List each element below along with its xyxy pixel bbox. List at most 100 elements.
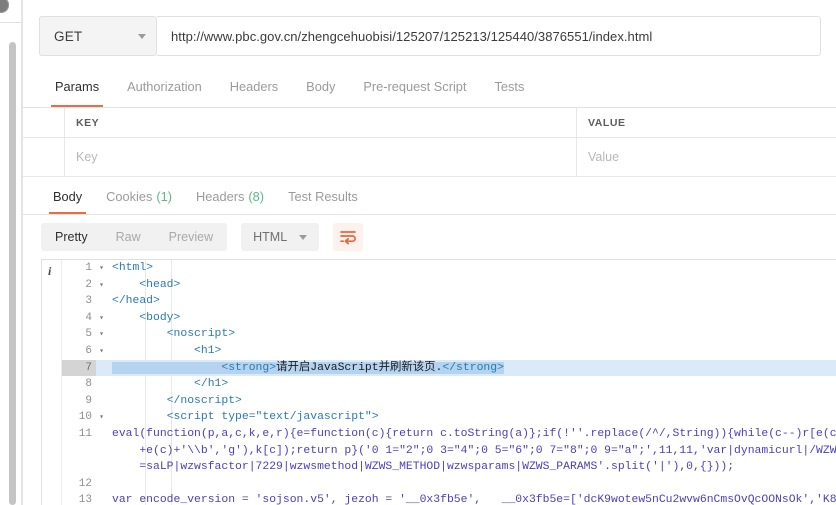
line-number: 6 [85, 344, 92, 357]
page-scrollbar[interactable] [9, 42, 16, 505]
response-tab-count: (8) [248, 189, 265, 204]
response-toolbar: Pretty Raw Preview HTML [23, 215, 836, 259]
code-text: var encode_version = 'sojson.v5', jezoh … [107, 492, 836, 505]
params-select-all-cell[interactable] [23, 108, 65, 137]
tab-label: Authorization [127, 79, 202, 94]
fold-arrow-icon[interactable]: ▾ [96, 277, 107, 294]
line-number [62, 443, 96, 460]
view-mode-pretty[interactable]: Pretty [41, 223, 102, 251]
param-key-input[interactable]: Key [65, 138, 577, 176]
code-text: =saLP|wzwsfactor|7229|wzwsmethod|WZWS_ME… [107, 459, 734, 476]
code-token: <body> [139, 311, 181, 324]
line-number: 4 [85, 311, 92, 324]
line-number: 8 [85, 378, 92, 391]
response-body-viewer[interactable]: i 1 ▾ <html> 2 ▾ <head> 3 </head> 4 ▾ <body> 5 ▾ <… [41, 259, 836, 505]
code-line: 5 ▾ <noscript> [62, 326, 836, 343]
code-token: </strong> [442, 361, 504, 374]
fold-arrow-icon[interactable]: ▾ [96, 310, 107, 327]
strip-divider [0, 22, 22, 23]
word-wrap-icon[interactable] [333, 223, 364, 251]
line-number [62, 459, 96, 476]
http-method-select[interactable]: GET [39, 16, 157, 56]
code-line: 4 ▾ <body> [62, 310, 836, 327]
line-number: 12 [78, 477, 92, 490]
view-mode-raw[interactable]: Raw [102, 223, 155, 251]
code-line: 6 ▾ <h1> [62, 343, 836, 360]
params-key-header: KEY [65, 108, 577, 137]
response-tab-cookies[interactable]: Cookies (1) [94, 179, 184, 214]
response-tab-headers[interactable]: Headers (8) [184, 179, 276, 214]
request-url-text: http://www.pbc.gov.cn/zhengcehuobisi/125… [171, 28, 653, 44]
code-text: eval(function(p,a,c,k,e,r){e=function(c)… [107, 426, 836, 443]
code-text: </noscript> [107, 393, 242, 410]
code-token: <strong> [221, 361, 277, 374]
line-number: 11 [78, 427, 92, 440]
line-number: 1 [85, 262, 92, 274]
params-table-header-row: KEY VALUE [23, 108, 836, 138]
code-token: <head> [139, 278, 181, 291]
tab-label: Tests [494, 79, 525, 94]
response-tab-test-results[interactable]: Test Results [276, 179, 370, 214]
code-line: 12 [62, 476, 836, 493]
tab-label: Body [306, 79, 336, 94]
code-token: =saLP|wzwsfactor|7229|wzwsmethod|WZWS_ME… [112, 461, 735, 474]
code-token: var encode_version = 'sojson.v5', jezoh … [112, 494, 836, 505]
tab-pre-request-script[interactable]: Pre-request Script [349, 66, 480, 107]
code-line: 8 </h1> [62, 376, 836, 393]
code-info-gutter: i [42, 260, 62, 505]
browser-left-strip [0, 0, 22, 505]
params-value-header: VALUE [577, 108, 836, 137]
tab-headers[interactable]: Headers [216, 66, 292, 107]
code-line: 9 </noscript> [62, 393, 836, 410]
response-tab-body[interactable]: Body [41, 179, 94, 214]
response-format-select[interactable]: HTML [241, 223, 320, 251]
code-token: <noscript> [166, 328, 236, 341]
tab-label: Params [55, 79, 100, 94]
code-line: 2 ▾ <head> [62, 277, 836, 294]
param-value-input[interactable]: Value [577, 138, 836, 176]
request-url-input[interactable]: http://www.pbc.gov.cn/zhengcehuobisi/125… [157, 16, 821, 56]
code-token: 请开启JavaScript并刷新该页. [276, 361, 443, 374]
fold-arrow-icon[interactable]: ▾ [96, 409, 107, 426]
code-line: 10 ▾ <script type="text/javascript"> [62, 409, 836, 426]
line-number: 2 [85, 278, 92, 291]
code-text: <body> [107, 310, 180, 327]
line-number: 9 [85, 394, 92, 407]
code-line: +e(c)+'\\b','g'),k[c]);return p}('0 1="2… [62, 443, 836, 460]
params-value-header-label: VALUE [588, 116, 626, 129]
response-tab-count: (1) [156, 189, 173, 204]
code-token: <html> [112, 262, 154, 274]
code-token: </noscript> [166, 394, 242, 407]
code-token: <h1> [194, 344, 222, 357]
code-line: 7 <strong>请开启JavaScript并刷新该页.</strong> [62, 359, 836, 377]
line-number: 5 [85, 328, 92, 341]
view-mode-preview[interactable]: Preview [155, 223, 227, 251]
postman-panel: GET http://www.pbc.gov.cn/zhengcehuobisi… [22, 0, 836, 505]
tab-body[interactable]: Body [292, 66, 349, 107]
tab-authorization[interactable]: Authorization [113, 66, 216, 107]
param-row-checkbox-cell[interactable] [23, 138, 65, 176]
tab-label: Pre-request Script [363, 79, 467, 94]
fold-arrow-icon[interactable]: ▾ [96, 326, 107, 343]
word-wrap-glyph [339, 230, 356, 244]
code-text: <head> [107, 277, 180, 294]
fold-arrow-icon[interactable]: ▾ [96, 343, 107, 360]
response-tab-label: Test Results [288, 189, 358, 204]
line-number: 10 [78, 411, 92, 424]
tab-params[interactable]: Params [41, 66, 113, 107]
code-line: 3 </head> [62, 293, 836, 310]
line-number: 7 [62, 359, 96, 377]
tab-tests[interactable]: Tests [480, 66, 538, 107]
params-key-header-label: KEY [76, 116, 100, 129]
line-number: 3 [85, 295, 92, 308]
chevron-down-icon [299, 234, 308, 240]
fold-arrow-icon[interactable]: ▾ [96, 260, 107, 277]
